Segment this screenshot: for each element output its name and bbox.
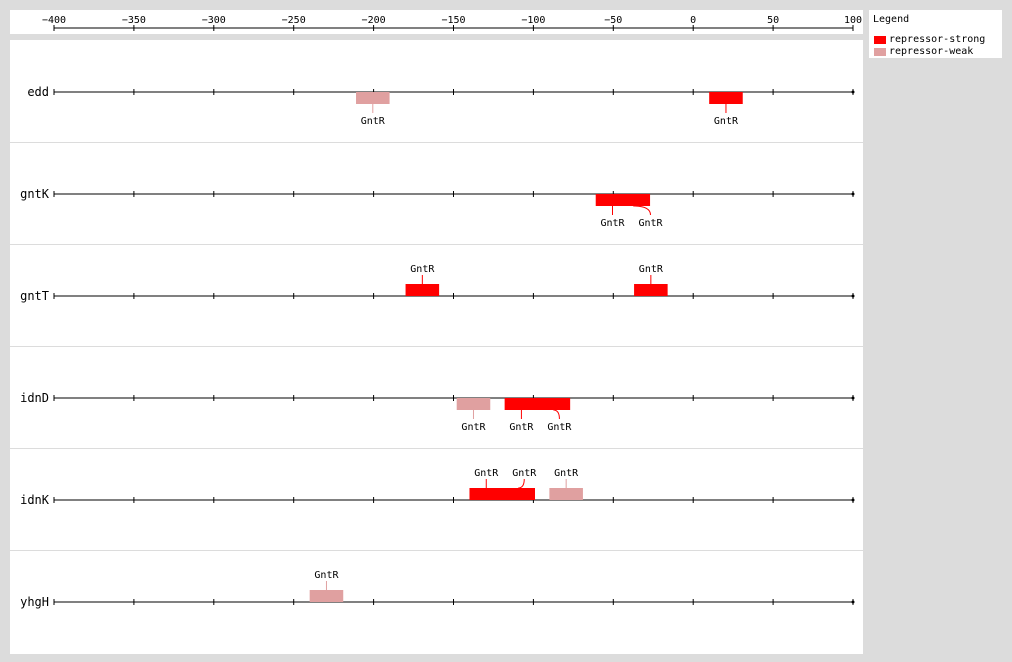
site-label: GntR [361,116,386,127]
sequence-end-dot [851,396,855,400]
axis-tick-label: −200 [362,15,386,26]
legend-swatch-repressor-weak [874,47,886,56]
axis-tick-label: −350 [122,15,146,26]
sequence-end-dot [851,498,855,502]
axis-tick-label: −150 [441,15,465,26]
binding-site-repressor-weak [356,92,390,104]
promoter-tracks: edd GntR GntR gntK GntR GntR gntT GntR GntR idnD G… [10,85,863,609]
site-label: GntR [714,116,739,127]
site-label: GntR [314,570,339,581]
site-label: GntR [547,422,572,433]
site-label: GntR [639,264,664,275]
site-label: GntR [410,264,435,275]
site-label: GntR [600,218,625,229]
binding-site-repressor-strong [469,488,504,500]
axis-tick-label: 50 [767,15,779,26]
position-axis: −400 −350 −300 −250 −200 −150 −100 −50 0 50 100 [42,15,862,31]
sequence-end-dot [851,192,855,196]
gene-label-edd: edd [27,85,49,99]
site-label: GntR [509,422,534,433]
axis-tick-label: −50 [604,15,622,26]
legend-item-repressor-strong: repressor-strong [874,34,985,45]
sequence-end-dot [851,600,855,604]
binding-site-repressor-strong [709,92,743,104]
gene-label-gntK: gntK [20,187,50,201]
legend: Legend repressor-strong repressor-weak [869,10,1002,58]
site-label: GntR [638,218,663,229]
sequence-end-dot [851,90,855,94]
axis-tick-label: 100 [844,15,862,26]
binding-site-repressor-strong [536,398,571,410]
axis-tick-label: −400 [42,15,66,26]
legend-label: repressor-weak [889,46,974,57]
axis-tick-label: −300 [202,15,226,26]
site-label: GntR [474,468,499,479]
legend-item-repressor-weak: repressor-weak [874,46,973,57]
binding-site-repressor-strong [616,194,651,206]
binding-site-repressor-strong [501,488,535,500]
binding-site-repressor-strong [504,398,539,410]
site-label: GntR [512,468,537,479]
axis-tick-label: 0 [690,15,696,26]
gene-label-idnD: idnD [20,391,49,405]
axis-tick-label: −250 [282,15,306,26]
promoter-tracks-panel: edd GntR GntR gntK GntR GntR gntT GntR GntR idnD G… [10,40,863,654]
binding-site-repressor-weak [456,398,491,410]
binding-site-repressor-weak [309,590,344,602]
gene-label-yhgH: yhgH [20,595,49,609]
site-label: GntR [461,422,486,433]
site-label-connector [633,205,652,216]
site-label-connector [553,409,560,420]
legend-title: Legend [873,14,910,25]
gene-label-idnK: idnK [20,493,50,507]
legend-label: repressor-strong [889,34,986,45]
binding-site-repressor-weak [549,488,583,500]
gene-label-gntT: gntT [20,289,49,303]
site-label-connector [518,478,525,489]
legend-swatch-repressor-strong [874,35,886,44]
sequence-end-dot [851,294,855,298]
binding-site-repressor-strong [634,284,668,296]
binding-site-repressor-strong [405,284,440,296]
axis-tick-label: −100 [521,15,545,26]
position-axis-panel: −400 −350 −300 −250 −200 −150 −100 −50 0 50 100 [10,10,863,34]
site-label: GntR [554,468,579,479]
